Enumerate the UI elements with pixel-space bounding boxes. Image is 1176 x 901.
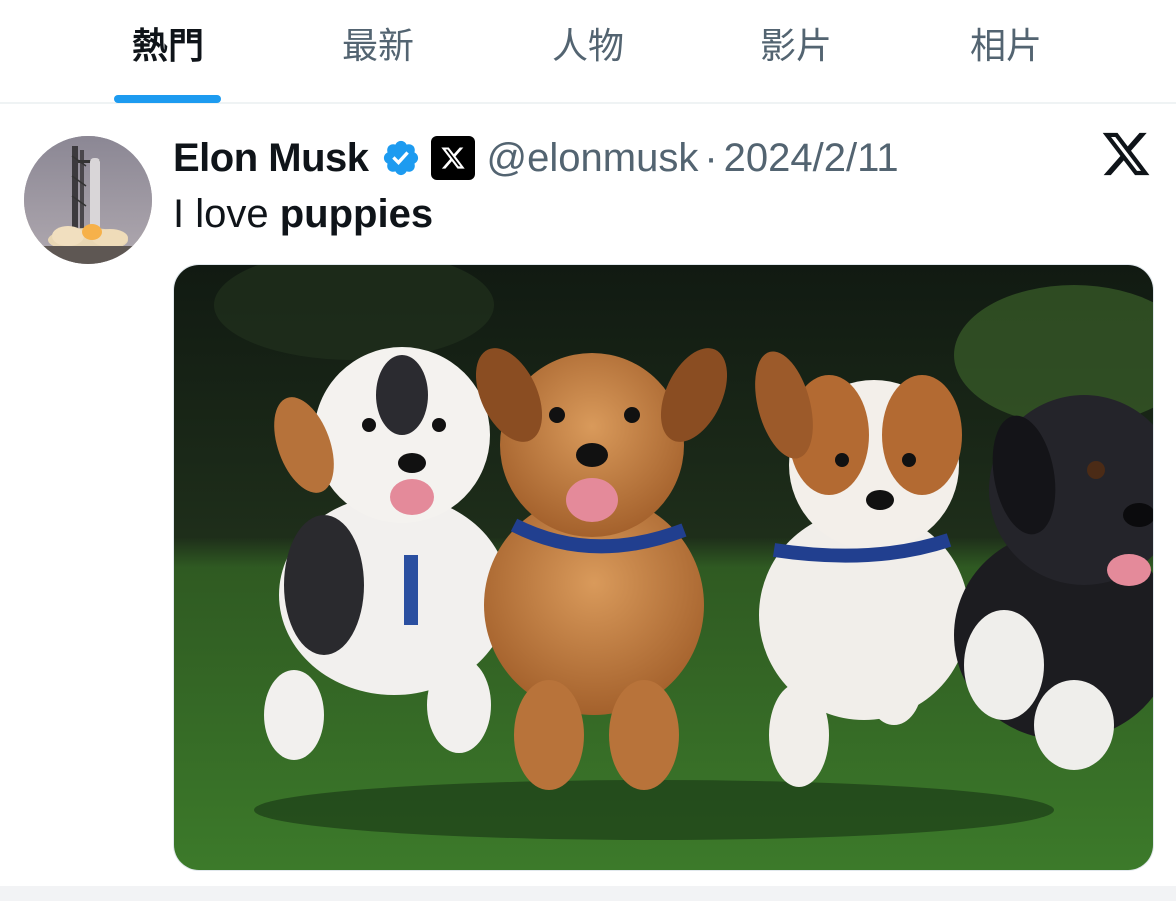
x-affiliate-badge-icon bbox=[430, 136, 475, 180]
tab-bar: 熱門 最新 人物 影片 相片 bbox=[0, 0, 1176, 104]
puppies-photo bbox=[174, 265, 1153, 870]
avatar[interactable] bbox=[24, 136, 152, 264]
rocket-launch-avatar bbox=[24, 136, 152, 264]
tweet[interactable]: Elon Musk @elonmusk · 2024/2/11 I love p… bbox=[0, 104, 1176, 885]
tweet-media-image[interactable] bbox=[173, 264, 1154, 871]
x-logo-icon[interactable] bbox=[1100, 128, 1152, 180]
tab-videos[interactable]: 影片 bbox=[716, 22, 876, 72]
tab-photos[interactable]: 相片 bbox=[926, 22, 1086, 72]
tweet-header: Elon Musk @elonmusk · 2024/2/11 bbox=[173, 130, 899, 186]
active-tab-indicator bbox=[114, 95, 221, 103]
tweet-text: I love puppies bbox=[173, 192, 433, 237]
bottom-divider bbox=[0, 886, 1176, 901]
author-handle[interactable]: @elonmusk bbox=[487, 136, 699, 181]
tweet-text-bold: puppies bbox=[279, 192, 434, 236]
verified-badge-icon bbox=[383, 140, 418, 176]
tab-people[interactable]: 人物 bbox=[508, 22, 668, 72]
author-name[interactable]: Elon Musk bbox=[173, 136, 369, 181]
tab-top[interactable]: 熱門 bbox=[88, 22, 248, 72]
tweet-text-plain: I love bbox=[173, 192, 280, 236]
tweet-date[interactable]: 2024/2/11 bbox=[724, 136, 899, 181]
separator-dot: · bbox=[704, 135, 718, 180]
tab-latest[interactable]: 最新 bbox=[298, 22, 458, 72]
